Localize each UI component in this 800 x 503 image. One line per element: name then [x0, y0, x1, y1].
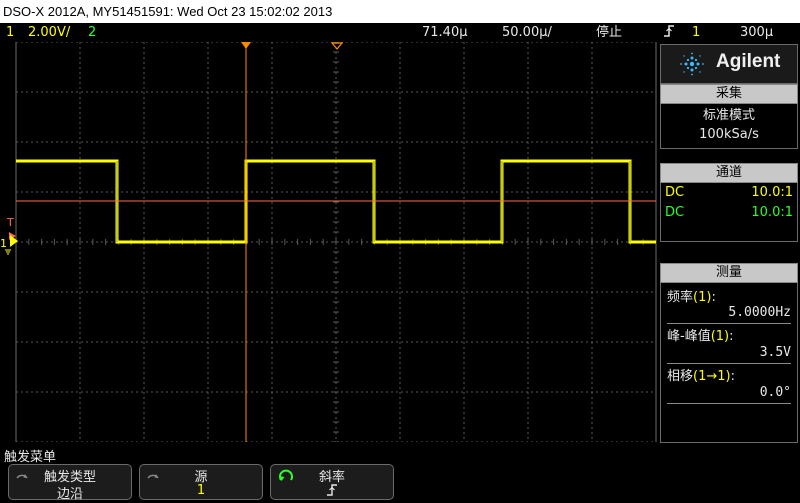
divider — [667, 363, 791, 364]
measurement-label: 相移(1→1): — [667, 365, 735, 384]
peak-to-peak-value: 3.5V — [759, 345, 791, 360]
measurement-label: 频率(1): — [667, 286, 716, 305]
agilent-spark-icon — [680, 52, 704, 76]
ch1-probe: 10.0:1 — [751, 185, 793, 200]
measurement-label: 峰-峰值(1): — [667, 325, 734, 344]
status-bar: 1 2.00V/ 2 71.40µ 50.00µ/ 停止 1 300µ — [0, 23, 800, 42]
measurement-name: 相移 — [667, 369, 694, 384]
measurement-name: 峰-峰值 — [667, 329, 711, 344]
softkey-source[interactable]: 源 1 — [139, 464, 263, 500]
run-state[interactable]: 停止 — [596, 23, 622, 42]
ch1-number[interactable]: 1 — [6, 23, 14, 42]
time-scale[interactable]: 50.00µ/ — [502, 23, 552, 42]
frequency-value: 5.0000Hz — [728, 305, 791, 320]
ground-icon — [5, 249, 11, 255]
ch1-scale[interactable]: 2.00V/ — [28, 23, 70, 42]
trigger-source[interactable]: 1 — [692, 23, 700, 42]
rising-edge-icon — [663, 23, 675, 45]
trigger-level-label: T — [6, 216, 14, 229]
ch1-coupling: DC — [665, 185, 685, 200]
menu-title: 触发菜单 — [4, 450, 57, 465]
ch2-row[interactable]: DC 10.0:1 — [663, 204, 795, 222]
ch2-probe: 10.0:1 — [751, 205, 793, 220]
softkey-slope[interactable]: 斜率 — [270, 464, 394, 500]
brand-name: Agilent — [716, 51, 781, 72]
measurement-suffix: : — [730, 369, 735, 384]
phase-value: 0.0° — [759, 385, 791, 400]
softkey-value: 1 — [196, 483, 206, 498]
sample-rate: 100kSa/s — [699, 127, 759, 142]
measurement-suffix: : — [729, 329, 734, 344]
ch1-ground-label: 1 — [0, 237, 7, 250]
softkey-value: 边沿 — [56, 487, 83, 502]
measurement-channel: (1) — [693, 290, 712, 305]
grid-lines — [15, 42, 657, 442]
divider — [667, 323, 791, 324]
time-reference-marker — [330, 42, 344, 50]
ch2-coupling: DC — [665, 205, 685, 220]
time-offset[interactable]: 71.40µ — [422, 23, 468, 42]
divider — [667, 403, 791, 404]
channels-section: DC 10.0:1 DC 10.0:1 — [660, 183, 798, 242]
channels-header[interactable]: 通道 — [660, 163, 798, 183]
measurements-header[interactable]: 测量 — [660, 263, 798, 283]
waveform-display[interactable]: T 1 — [0, 42, 660, 442]
measurement-channel: (1) — [710, 329, 730, 344]
rising-slope-icon — [271, 483, 393, 501]
ch2-number[interactable]: 2 — [88, 23, 96, 42]
softkey-trigger-type[interactable]: 触发类型 边沿 — [8, 464, 132, 502]
measurement-channel: (1→1) — [693, 369, 731, 384]
acquisition-mode: 标准模式 — [702, 108, 755, 123]
ch1-row[interactable]: DC 10.0:1 — [663, 184, 795, 202]
measurements-section: 频率(1): 5.0000Hz 峰-峰值(1): 3.5V 相移(1→1): 0… — [660, 283, 798, 443]
trigger-level[interactable]: 300µ — [740, 23, 773, 42]
measurement-name: 频率 — [667, 290, 694, 305]
title-bar: DSO-X 2012A, MY51451591: Wed Oct 23 15:0… — [0, 0, 800, 23]
brand-header: Agilent — [660, 44, 798, 84]
acquisition-section: 标准模式 100kSa/s — [660, 104, 798, 149]
acquisition-header[interactable]: 采集 — [660, 84, 798, 104]
measurement-suffix: : — [711, 290, 716, 305]
graticule: T 1 — [0, 42, 657, 442]
side-panel: Agilent 采集 标准模式 100kSa/s 通道 DC 10.0:1 DC… — [660, 44, 798, 443]
